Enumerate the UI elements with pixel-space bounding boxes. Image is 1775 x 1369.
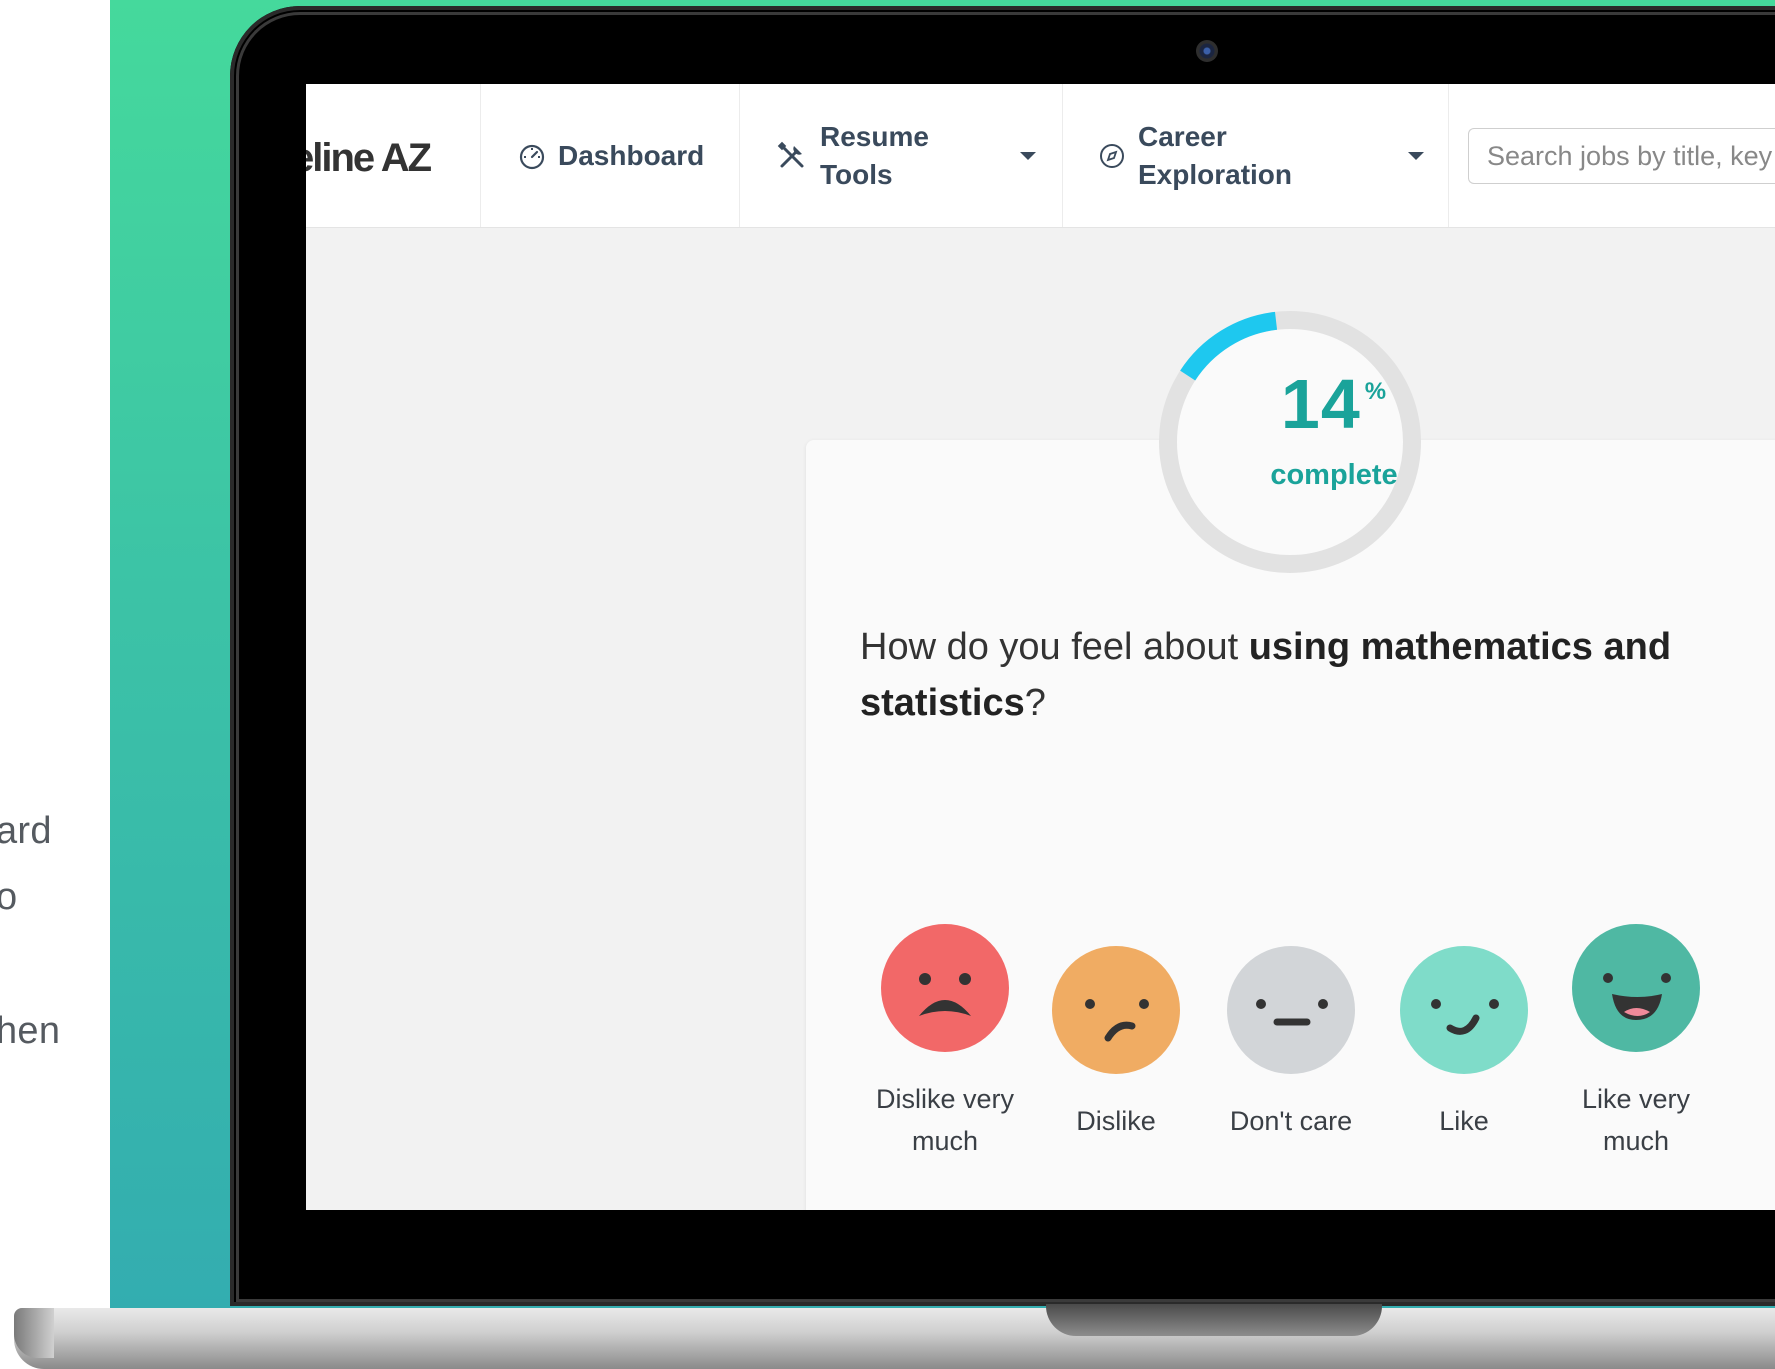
- sad-face-icon: [1052, 946, 1180, 1074]
- chevron-down-icon: [1408, 152, 1424, 160]
- nav-career-exploration-label: Career Exploration: [1138, 118, 1292, 194]
- speedometer-icon: [518, 142, 546, 170]
- nav-divider: [739, 84, 740, 227]
- nav-dashboard-label: Dashboard: [558, 139, 705, 171]
- option-dont-care[interactable]: Don't care: [1216, 946, 1366, 1142]
- laptop-base: [14, 1308, 1775, 1369]
- smile-face-icon: [1400, 946, 1528, 1074]
- question-suffix: ?: [1024, 682, 1046, 724]
- very-happy-face-icon: [1572, 924, 1700, 1052]
- nav-resume-tools-label: Resume Tools: [820, 118, 929, 194]
- option-like-very-much[interactable]: Like very much: [1556, 924, 1716, 1162]
- option-label-line1: Like very: [1581, 1084, 1691, 1114]
- option-label-line2: much: [911, 1126, 979, 1156]
- option-dislike-very-much[interactable]: Dislike very much: [860, 924, 1030, 1162]
- side-text-fragment-1: ard: [0, 810, 52, 852]
- progress-percent: 14%: [1234, 364, 1434, 444]
- nav-resume-tools-line2: Tools: [820, 158, 893, 190]
- option-label-line1: Dislike: [1076, 1106, 1156, 1136]
- nav-dashboard[interactable]: Dashboard: [518, 84, 704, 227]
- job-search-input[interactable]: Search jobs by title, key: [1468, 128, 1775, 184]
- option-label-line1: Dislike very: [875, 1084, 1015, 1114]
- question-text: How do you feel about using mathematics …: [860, 619, 1740, 731]
- question-prefix: How do you feel about: [860, 626, 1249, 668]
- webcam-icon: [1196, 40, 1218, 62]
- side-text-fragment-2: o: [0, 876, 18, 918]
- tools-icon: [776, 140, 808, 172]
- nav-divider: [480, 84, 481, 227]
- percent-sign: %: [1364, 378, 1388, 405]
- chevron-down-icon: [1020, 152, 1036, 160]
- laptop-base-edge: [14, 1308, 54, 1358]
- option-label-line2: much: [1602, 1126, 1670, 1156]
- nav-divider: [1448, 84, 1449, 227]
- laptop-screen: eline AZ Dashboard Resume Tools: [306, 84, 1775, 1210]
- neutral-face-icon: [1227, 946, 1355, 1074]
- nav-divider: [1062, 84, 1063, 227]
- side-text-fragment-3: hen: [0, 1010, 61, 1052]
- option-dislike[interactable]: Dislike: [1051, 946, 1181, 1142]
- compass-icon: [1098, 142, 1126, 170]
- nav-resume-tools-line1: Resume: [820, 120, 929, 152]
- very-sad-face-icon: [881, 924, 1009, 1052]
- progress-label: complete: [1270, 459, 1398, 491]
- top-navbar: eline AZ Dashboard Resume Tools: [306, 84, 1775, 228]
- nav-career-line1: Career: [1138, 120, 1227, 152]
- progress-percent-value: 14: [1280, 365, 1361, 443]
- option-label-line1: Don't care: [1229, 1106, 1353, 1136]
- nav-career-line2: Exploration: [1138, 158, 1293, 190]
- laptop-hinge-notch: [1046, 1304, 1382, 1336]
- nav-resume-tools[interactable]: Resume Tools: [776, 84, 1066, 227]
- option-like[interactable]: Like: [1399, 946, 1529, 1142]
- option-label-line1: Like: [1439, 1106, 1489, 1136]
- app-logo[interactable]: eline AZ: [306, 136, 432, 181]
- nav-career-exploration[interactable]: Career Exploration: [1098, 84, 1458, 227]
